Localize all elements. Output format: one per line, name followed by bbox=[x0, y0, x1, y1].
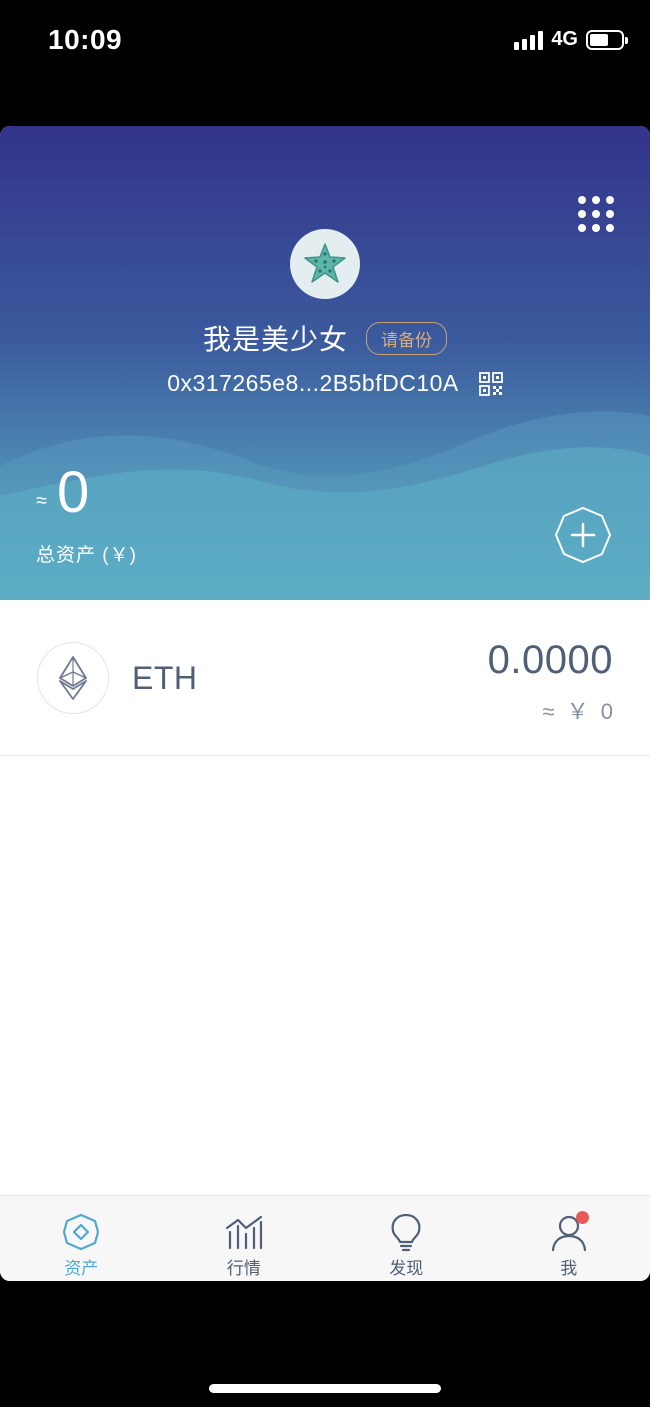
home-indicator[interactable] bbox=[209, 1384, 441, 1393]
wallet-address[interactable]: 0x317265e8...2B5bfDC10A bbox=[167, 370, 459, 397]
network-type: 4G bbox=[551, 28, 578, 50]
tab-market[interactable]: 行情 bbox=[163, 1196, 326, 1281]
asset-row-eth[interactable]: ETH 0.0000 ≈ ￥ 0 bbox=[0, 600, 650, 756]
tab-assets[interactable]: 资产 bbox=[0, 1196, 163, 1281]
wallet-header: 我是美少女 请备份 0x317265e8...2B5bfDC10A ≈0 总资产… bbox=[0, 126, 650, 600]
total-assets: ≈0 bbox=[36, 464, 89, 522]
app-screen: 我是美少女 请备份 0x317265e8...2B5bfDC10A ≈0 总资产… bbox=[0, 126, 650, 1281]
status-indicators: 4G bbox=[514, 28, 628, 51]
battery-icon bbox=[586, 29, 628, 50]
wallet-name[interactable]: 我是美少女 bbox=[203, 318, 348, 358]
eth-token-icon bbox=[37, 642, 109, 714]
total-assets-label: 总资产 (￥) bbox=[36, 545, 137, 566]
tab-bar: 资产 行情 发现 我 bbox=[0, 1195, 650, 1281]
market-chart-icon bbox=[225, 1215, 262, 1250]
tab-profile[interactable]: 我 bbox=[488, 1196, 650, 1281]
wave-decoration bbox=[0, 411, 650, 600]
wallet-name-row: 我是美少女 请备份 bbox=[0, 318, 650, 358]
ethereum-icon bbox=[59, 656, 87, 700]
menu-grid-icon[interactable] bbox=[578, 196, 614, 232]
tab-label: 资产 bbox=[64, 1259, 99, 1278]
address-row: 0x317265e8...2B5bfDC10A bbox=[0, 370, 650, 397]
signal-icon bbox=[514, 30, 544, 50]
asset-balance: 0.0000 bbox=[487, 638, 613, 682]
backup-button[interactable]: 请备份 bbox=[366, 321, 447, 355]
starfish-icon bbox=[304, 243, 346, 283]
tab-label: 行情 bbox=[226, 1259, 261, 1278]
avatar[interactable] bbox=[290, 229, 360, 299]
qr-code-icon[interactable] bbox=[478, 371, 503, 396]
tab-discover[interactable]: 发现 bbox=[325, 1196, 488, 1281]
tab-label: 发现 bbox=[389, 1259, 424, 1278]
status-time: 10:09 bbox=[48, 24, 123, 55]
approx-symbol: ≈ bbox=[36, 490, 47, 512]
add-asset-button[interactable] bbox=[554, 506, 612, 564]
asset-symbol: ETH bbox=[132, 660, 198, 696]
tab-label: 我 bbox=[560, 1259, 578, 1278]
lightbulb-icon bbox=[391, 1213, 421, 1252]
notification-dot bbox=[575, 1211, 589, 1224]
total-value: 0 bbox=[56, 460, 90, 525]
status-bar: 10:09 4G bbox=[0, 0, 650, 80]
assets-icon bbox=[63, 1213, 100, 1251]
asset-fiat-value: ≈ ￥ 0 bbox=[542, 699, 613, 724]
